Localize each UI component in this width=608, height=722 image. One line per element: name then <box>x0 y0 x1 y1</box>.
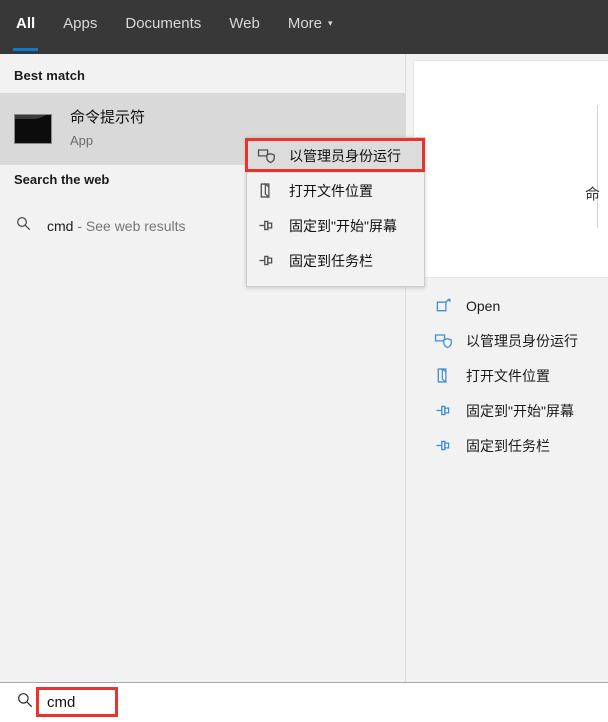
preview-actions-list: Open 以管理员身份运行 打开文件位置 固定到"开始"屏幕 固定到任务栏 <box>413 288 608 463</box>
tab-all-label: All <box>16 15 36 32</box>
shield-run-as-admin-icon <box>255 147 277 164</box>
tab-active-underline <box>13 48 39 51</box>
tab-documents[interactable]: Documents <box>125 14 201 33</box>
folder-open-location-icon <box>433 367 453 384</box>
context-menu-item-open-file-location[interactable]: 打开文件位置 <box>247 173 424 208</box>
web-result-suffix: - See web results <box>73 218 186 234</box>
best-match-title: 命令提示符 <box>70 109 146 126</box>
tab-all[interactable]: All <box>13 14 39 51</box>
chevron-down-icon: ▾ <box>328 18 333 28</box>
context-menu: 以管理员身份运行 打开文件位置 固定到"开始"屏幕 固定到任务栏 <box>246 137 425 287</box>
command-prompt-icon <box>14 114 52 144</box>
context-menu-item-pin-to-taskbar[interactable]: 固定到任务栏 <box>247 243 424 278</box>
taskbar-search-box[interactable]: cmd <box>0 682 608 722</box>
preview-action-open-file-location-label: 打开文件位置 <box>466 367 550 384</box>
preview-action-pin-to-start[interactable]: 固定到"开始"屏幕 <box>413 393 608 428</box>
web-result-query: cmd <box>47 218 74 234</box>
tab-web-label: Web <box>229 15 260 32</box>
tab-documents-label: Documents <box>125 15 202 32</box>
search-the-web-header: Search the web <box>14 172 110 187</box>
context-menu-item-run-as-admin[interactable]: 以管理员身份运行 <box>247 138 424 173</box>
search-icon <box>17 692 33 713</box>
tab-apps-label: Apps <box>63 15 98 32</box>
folder-open-location-icon <box>255 182 277 199</box>
context-menu-item-pin-to-start[interactable]: 固定到"开始"屏幕 <box>247 208 424 243</box>
pin-icon <box>255 218 277 233</box>
search-input[interactable]: cmd <box>47 694 75 711</box>
tab-apps[interactable]: Apps <box>63 14 97 33</box>
preview-action-open-label: Open <box>466 297 501 314</box>
preview-action-pin-to-taskbar-label: 固定到任务栏 <box>466 437 550 454</box>
preview-action-open[interactable]: Open <box>413 288 608 323</box>
context-menu-item-pin-to-start-label: 固定到"开始"屏幕 <box>289 217 397 234</box>
tab-more[interactable]: More ▾ <box>288 14 333 35</box>
pin-icon <box>433 438 453 453</box>
search-icon <box>16 216 31 236</box>
preview-card-divider-vertical <box>597 105 598 228</box>
shield-run-as-admin-icon <box>433 332 453 349</box>
web-result-label: cmd - See web results <box>47 218 186 234</box>
pin-icon <box>255 253 277 268</box>
preview-action-open-file-location[interactable]: 打开文件位置 <box>413 358 608 393</box>
tab-more-label: More <box>287 15 323 32</box>
context-menu-item-open-file-location-label: 打开文件位置 <box>289 182 373 199</box>
search-tabbar: All Apps Documents Web More ▾ <box>0 0 608 54</box>
best-match-subtitle: App <box>70 133 94 148</box>
preview-action-pin-to-taskbar[interactable]: 固定到任务栏 <box>413 428 608 463</box>
preview-card-divider-horizontal <box>413 277 608 278</box>
preview-action-pin-to-start-label: 固定到"开始"屏幕 <box>466 402 574 419</box>
pin-icon <box>433 403 453 418</box>
preview-action-run-as-admin-label: 以管理员身份运行 <box>466 332 578 349</box>
preview-app-title-partial: 命 <box>585 186 601 203</box>
context-menu-item-pin-to-taskbar-label: 固定到任务栏 <box>289 252 373 269</box>
preview-action-run-as-admin[interactable]: 以管理员身份运行 <box>413 323 608 358</box>
tab-web[interactable]: Web <box>229 14 260 33</box>
open-external-icon <box>433 297 453 314</box>
preview-card <box>413 60 608 278</box>
best-match-header: Best match <box>14 68 86 83</box>
context-menu-item-run-as-admin-label: 以管理员身份运行 <box>289 147 401 164</box>
